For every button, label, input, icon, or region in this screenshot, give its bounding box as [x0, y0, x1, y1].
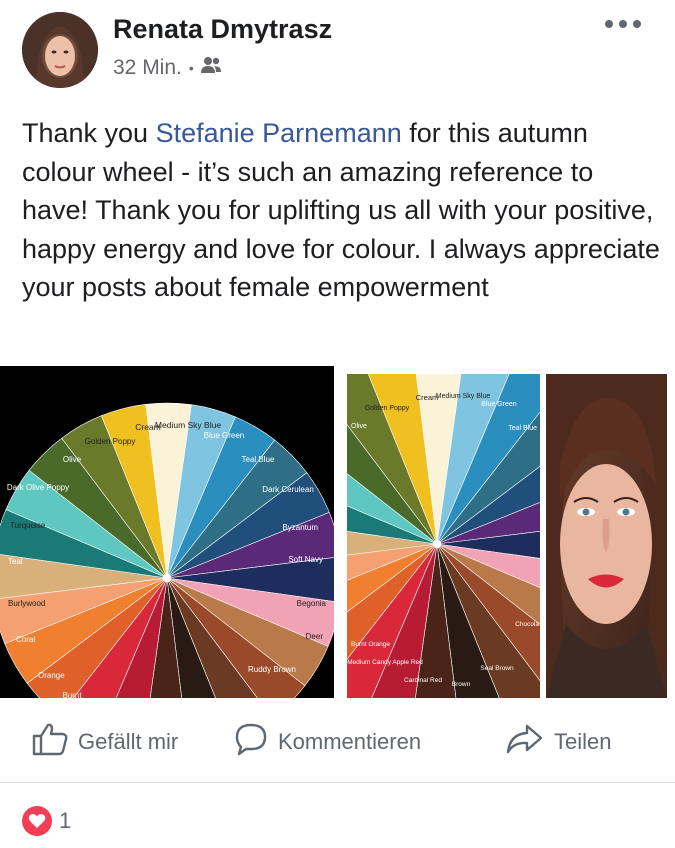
wheel-label-13: Burlywood	[8, 599, 45, 608]
author-name[interactable]: Renata Dmytrasz	[113, 14, 332, 45]
like-button[interactable]: Gefällt mir	[32, 722, 178, 762]
meta-separator: •	[188, 60, 194, 76]
friends-icon	[200, 56, 222, 80]
wheel-label-18: Golden Poppy	[85, 437, 136, 446]
like-label: Gefällt mir	[78, 729, 179, 754]
share-label: Teilen	[554, 729, 612, 754]
wheel-label-1: Medium Sky Blue	[155, 420, 221, 430]
wheel-crop-label-11: Chocola	[515, 621, 539, 628]
comment-icon	[234, 722, 278, 762]
wheel-crop-label-2: Blue Green	[481, 401, 517, 408]
wheel-label-10: Burnt	[62, 691, 82, 698]
thumbs-up-icon	[32, 722, 78, 762]
wheel-label-14: Teal	[8, 557, 23, 566]
post-time[interactable]: 32 Min.	[113, 56, 182, 80]
wheel-crop-label-6: Burnt Orange	[351, 641, 390, 648]
love-reaction-icon	[22, 806, 52, 836]
avatar[interactable]	[22, 12, 98, 88]
wheel-label-3: Teal Blue	[242, 455, 275, 464]
wheel-label-16: Dark Olive Poppy	[7, 483, 69, 492]
media-gallery: Cream Medium Sky Blue Blue Green Teal Blue D…	[0, 366, 675, 698]
post-meta: 32 Min. •	[113, 56, 222, 80]
wheel-label-17: Olive	[63, 455, 82, 464]
more-options-icon[interactable]	[605, 14, 641, 34]
wheel-crop-label-3: Teal Blue	[508, 425, 537, 432]
wheel-center	[433, 540, 441, 548]
wheel-label-7: Begonia	[297, 599, 327, 608]
wheel-label-12: Coral	[16, 635, 35, 644]
comment-button[interactable]: Kommentieren	[234, 722, 421, 762]
wheel-crop-label-7: Medium Candy Apple Red	[347, 659, 423, 666]
post-actions: Gefällt mir Kommentieren Teilen	[0, 708, 675, 774]
wheel-crop-label-5: Olive	[351, 423, 367, 430]
colour-wheel-image[interactable]: Cream Medium Sky Blue Blue Green Teal Blue D…	[0, 366, 334, 698]
wheel-crop-label-4: Golden Poppy	[365, 405, 410, 412]
comment-label: Kommentieren	[278, 729, 422, 754]
colour-wheel-crop-image[interactable]: Cream Medium Sky Blue Blue Green Teal Blue G…	[347, 374, 540, 698]
share-button[interactable]: Teilen	[506, 722, 611, 762]
reactions-summary[interactable]: 1	[22, 806, 71, 836]
post-text: Thank you Stefanie Parnemann for this au…	[22, 114, 662, 307]
wheel-label-11: Orange	[38, 671, 65, 680]
wheel-label-8: Deer	[306, 632, 324, 641]
wheel-label-6: Soft Navy	[288, 555, 323, 564]
wheel-center	[163, 574, 171, 582]
share-arrow-icon	[506, 722, 554, 762]
wheel-crop-label-8: Cardinal Red	[404, 677, 442, 684]
reactions-divider	[0, 782, 675, 783]
wheel-crop-label-9: Brown	[452, 681, 471, 688]
mention-link[interactable]: Stefanie Parnemann	[156, 118, 402, 148]
portrait-image[interactable]	[546, 374, 667, 698]
wheel-label-2: Blue Green	[204, 431, 244, 440]
post-text-before: Thank you	[22, 118, 156, 148]
wheel-label-4: Dark Cerulean	[262, 485, 314, 494]
wheel-label-5: Byzantum	[282, 523, 318, 532]
wheel-crop-label-1: Medium Sky Blue	[436, 393, 491, 400]
wheel-label-15: Turquoise	[10, 521, 46, 530]
wheel-crop-label-10: Seal Brown	[480, 665, 514, 672]
wheel-label-9: Ruddy Brown	[248, 665, 296, 674]
reaction-count: 1	[59, 808, 72, 833]
post-header: Renata Dmytrasz 32 Min. •	[0, 0, 675, 100]
